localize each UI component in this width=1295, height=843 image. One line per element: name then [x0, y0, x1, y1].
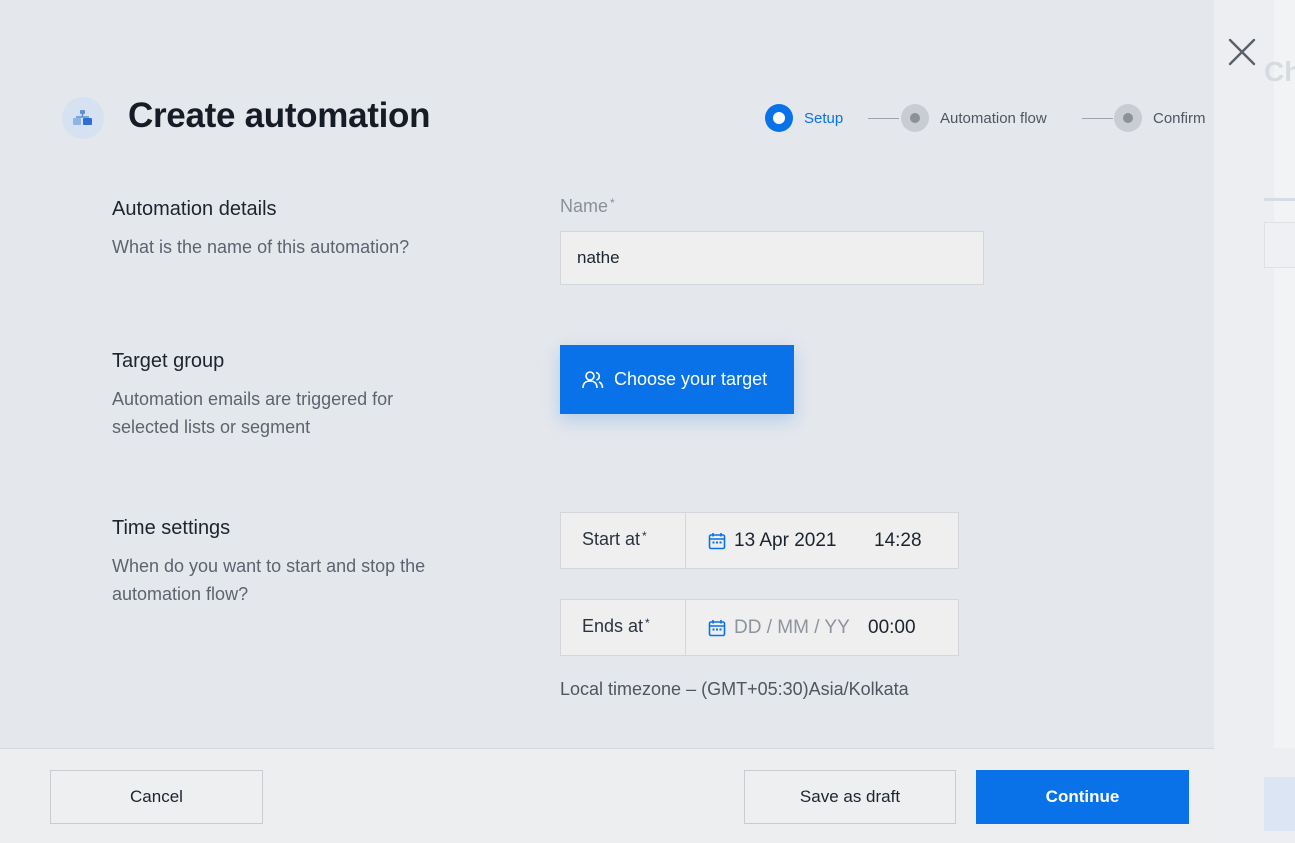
- name-field-label: Name *: [560, 196, 615, 216]
- section-title-details: Automation details: [112, 198, 277, 220]
- start-at-row: Start at * 13 Apr 2021 14:28: [560, 512, 959, 569]
- background-strip: [1274, 0, 1295, 748]
- step-label: Confirm: [1153, 109, 1206, 127]
- users-icon: [582, 370, 604, 390]
- save-draft-button[interactable]: Save as draft: [744, 770, 956, 824]
- background-button: [1264, 777, 1295, 831]
- end-time-input[interactable]: 00:00: [868, 600, 916, 655]
- modal-footer: Cancel Save as draft Continue: [0, 748, 1214, 843]
- step-setup[interactable]: Setup: [765, 104, 843, 132]
- step-automation-flow[interactable]: Automation flow: [901, 104, 1047, 132]
- close-icon[interactable]: [1226, 36, 1258, 68]
- section-desc-target: Automation emails are triggered for sele…: [112, 389, 394, 437]
- step-connector: [868, 118, 899, 119]
- background-title: Ch: [1264, 56, 1295, 87]
- step-label: Automation flow: [940, 109, 1047, 127]
- start-date-picker[interactable]: 13 Apr 2021: [686, 513, 851, 568]
- page-title: Create automation: [128, 96, 431, 135]
- background-field: [1264, 222, 1295, 268]
- start-date-value: 13 Apr 2021: [734, 529, 837, 551]
- background-panel: Ch: [1214, 0, 1295, 843]
- section-title-target: Target group: [112, 350, 225, 372]
- end-date-picker[interactable]: DD / MM / YY: [686, 600, 851, 655]
- name-input[interactable]: [560, 231, 984, 285]
- section-desc-time: When do you want to start and stop the a…: [112, 556, 426, 604]
- step-connector: [1082, 118, 1113, 119]
- start-at-label: Start at *: [561, 513, 686, 568]
- automation-blocks-icon: [62, 97, 104, 139]
- start-time-input[interactable]: 14:28: [874, 513, 922, 568]
- choose-target-button[interactable]: Choose your target: [560, 345, 794, 414]
- ends-at-label: Ends at *: [561, 600, 686, 655]
- create-automation-modal: Create automation Setup Automation flow …: [0, 0, 1214, 843]
- continue-button[interactable]: Continue: [976, 770, 1189, 824]
- section-desc-details: What is the name of this automation?: [112, 237, 410, 257]
- cancel-button[interactable]: Cancel: [50, 770, 263, 824]
- step-indicator-active: [765, 104, 793, 132]
- timezone-note: Local timezone – (GMT+05:30)Asia/Kolkata: [560, 679, 909, 699]
- step-label: Setup: [804, 109, 844, 127]
- calendar-icon: [708, 619, 726, 637]
- step-indicator: [901, 104, 929, 132]
- end-date-placeholder: DD / MM / YY: [734, 616, 850, 638]
- choose-target-label: Choose your target: [614, 369, 768, 389]
- step-indicator: [1114, 104, 1142, 132]
- background-divider: [1264, 198, 1295, 201]
- section-title-time: Time settings: [112, 517, 231, 539]
- calendar-icon: [708, 532, 726, 550]
- ends-at-row: Ends at * DD / MM / YY 00:00: [560, 599, 959, 656]
- step-confirm[interactable]: Confirm: [1114, 104, 1206, 132]
